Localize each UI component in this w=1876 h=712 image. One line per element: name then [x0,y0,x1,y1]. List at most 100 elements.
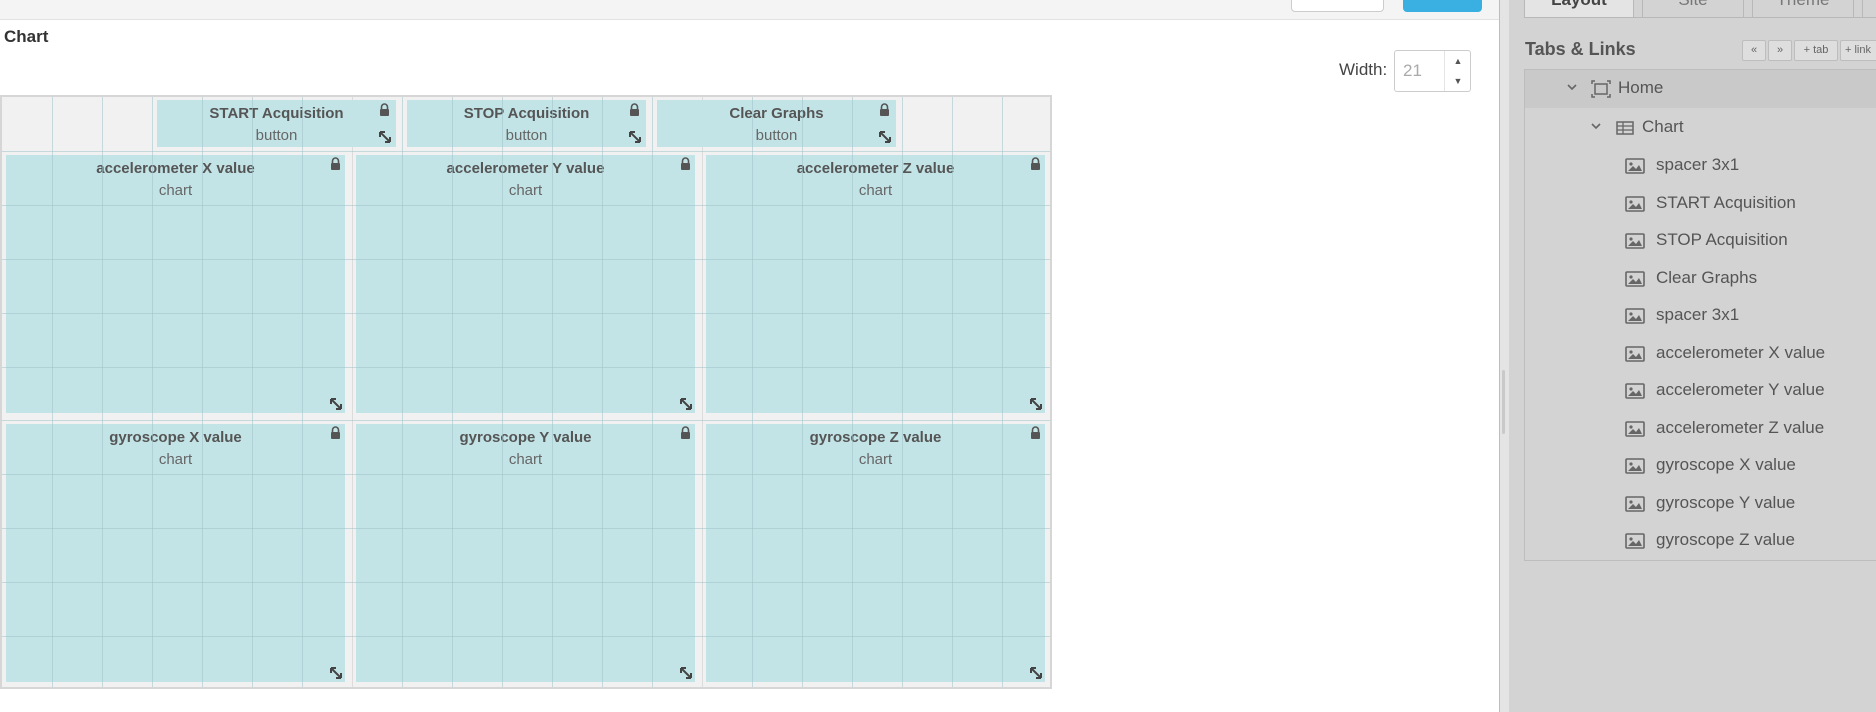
resize-handle-icon[interactable] [678,665,694,681]
tree-item[interactable]: STOP Acquisition [1525,222,1876,260]
tree-item[interactable]: accelerometer Y value [1525,372,1876,410]
spinner: ▲ ▼ [1444,51,1471,91]
tree-item-home[interactable]: Home [1525,70,1876,108]
tile-type: button [755,127,798,144]
lock-icon[interactable] [379,103,390,116]
image-icon [1625,421,1645,437]
width-stepper[interactable]: ▲ ▼ [1394,50,1471,92]
lock-icon[interactable] [1030,157,1041,170]
spinner-up-arrow-icon[interactable]: ▲ [1445,51,1471,71]
grid-column-line [802,97,803,687]
image-icon [1625,496,1645,512]
home-page-icon [1591,80,1611,98]
grid-column-line [302,97,303,687]
grid-row-line [2,636,1050,637]
primary-action-button[interactable] [1403,0,1482,12]
grid-row-line [2,313,1050,314]
lock-icon[interactable] [680,426,691,439]
tile-title: accelerometer Z value [796,160,955,177]
tree-label: accelerometer Y value [1656,380,1825,399]
tile-accelerometer-x[interactable]: accelerometer X value chart [6,155,345,413]
grid-row-line [2,151,1050,152]
image-icon [1625,196,1645,212]
tree-item-chart[interactable]: Chart [1525,109,1876,147]
tile-type: button [255,127,298,144]
tree-item[interactable]: gyroscope Y value [1525,485,1876,523]
tile-accelerometer-y[interactable]: accelerometer Y value chart [356,155,695,413]
panel-divider[interactable] [1499,0,1509,712]
resize-handle-icon[interactable] [678,396,694,412]
tabs-tree: Home Chart spacer 3x1 START Acquisition … [1524,69,1876,561]
sidebar: Layout Site Theme S Tabs & Links « » + t… [1509,0,1876,712]
add-tab-button[interactable]: + tab [1794,40,1838,61]
image-icon [1625,458,1645,474]
resize-handle-icon[interactable] [328,396,344,412]
tree-label: gyroscope Y value [1656,493,1796,512]
tree-label: accelerometer X value [1656,343,1826,362]
grid-column-line [552,97,553,687]
resize-handle-icon[interactable] [627,129,643,145]
tile-type: chart [158,182,193,199]
resize-handle-icon[interactable] [377,129,393,145]
resize-handle-icon[interactable] [328,665,344,681]
tab-more[interactable]: S [1862,0,1876,18]
top-toolbar [0,0,1500,20]
tree-item[interactable]: Clear Graphs [1525,260,1876,298]
lock-icon[interactable] [680,157,691,170]
tabs-links-title: Tabs & Links [1525,39,1636,59]
tile-gyroscope-y[interactable]: gyroscope Y value chart [356,424,695,682]
image-icon [1625,346,1645,362]
lock-icon[interactable] [879,103,890,116]
tile-start-acquisition[interactable]: START Acquisition button [157,100,396,147]
grid-column-line [752,97,753,687]
lock-icon[interactable] [1030,426,1041,439]
tree-item[interactable]: spacer 3x1 [1525,297,1876,335]
tree-item[interactable]: gyroscope Z value [1525,522,1876,560]
tree-label: Chart [1642,117,1684,136]
chevron-down-icon[interactable] [1565,80,1579,94]
tile-clear-graphs[interactable]: Clear Graphs button [657,100,896,147]
grid-row-line [2,205,1050,206]
image-icon [1625,383,1645,399]
tab-theme[interactable]: Theme [1752,0,1854,18]
grid-column-line [602,97,603,687]
tile-stop-acquisition[interactable]: STOP Acquisition button [407,100,646,147]
grid-column-line [952,97,953,687]
image-icon [1625,533,1645,549]
tile-title: accelerometer X value [96,160,255,177]
tree-item[interactable]: START Acquisition [1525,185,1876,223]
grid-row-line [2,367,1050,368]
expand-all-button[interactable]: » [1768,40,1792,61]
tree-item[interactable]: accelerometer X value [1525,335,1876,373]
grid-column-line [52,97,53,687]
tile-accelerometer-z[interactable]: accelerometer Z value chart [706,155,1045,413]
tree-item[interactable]: gyroscope X value [1525,447,1876,485]
resize-handle-icon[interactable] [1028,665,1044,681]
divider-grip-handle[interactable] [1502,370,1505,434]
width-input[interactable] [1403,61,1443,81]
tile-title: Clear Graphs [729,105,824,122]
tile-title: gyroscope Y value [459,429,592,446]
lock-icon[interactable] [330,426,341,439]
tab-layout[interactable]: Layout [1524,0,1634,18]
resize-handle-icon[interactable] [1028,396,1044,412]
tile-gyroscope-z[interactable]: gyroscope Z value chart [706,424,1045,682]
tile-gyroscope-x[interactable]: gyroscope X value chart [6,424,345,682]
tile-title: gyroscope X value [109,429,242,446]
resize-handle-icon[interactable] [877,129,893,145]
grid-column-line [702,97,703,687]
grid-row-line [2,259,1050,260]
tab-site[interactable]: Site [1642,0,1744,18]
collapse-all-button[interactable]: « [1742,40,1766,61]
add-link-button[interactable]: + link [1840,40,1876,61]
grid-row-line [2,474,1050,475]
lock-icon[interactable] [330,157,341,170]
chevron-down-icon[interactable] [1589,119,1603,133]
tile-title: START Acquisition [209,105,344,122]
lock-icon[interactable] [629,103,640,116]
section-title: Chart [4,27,49,46]
secondary-action-button[interactable] [1291,0,1384,12]
spinner-down-arrow-icon[interactable]: ▼ [1445,71,1471,91]
tree-item[interactable]: spacer 3x1 [1525,147,1876,185]
tree-item[interactable]: accelerometer Z value [1525,410,1876,448]
